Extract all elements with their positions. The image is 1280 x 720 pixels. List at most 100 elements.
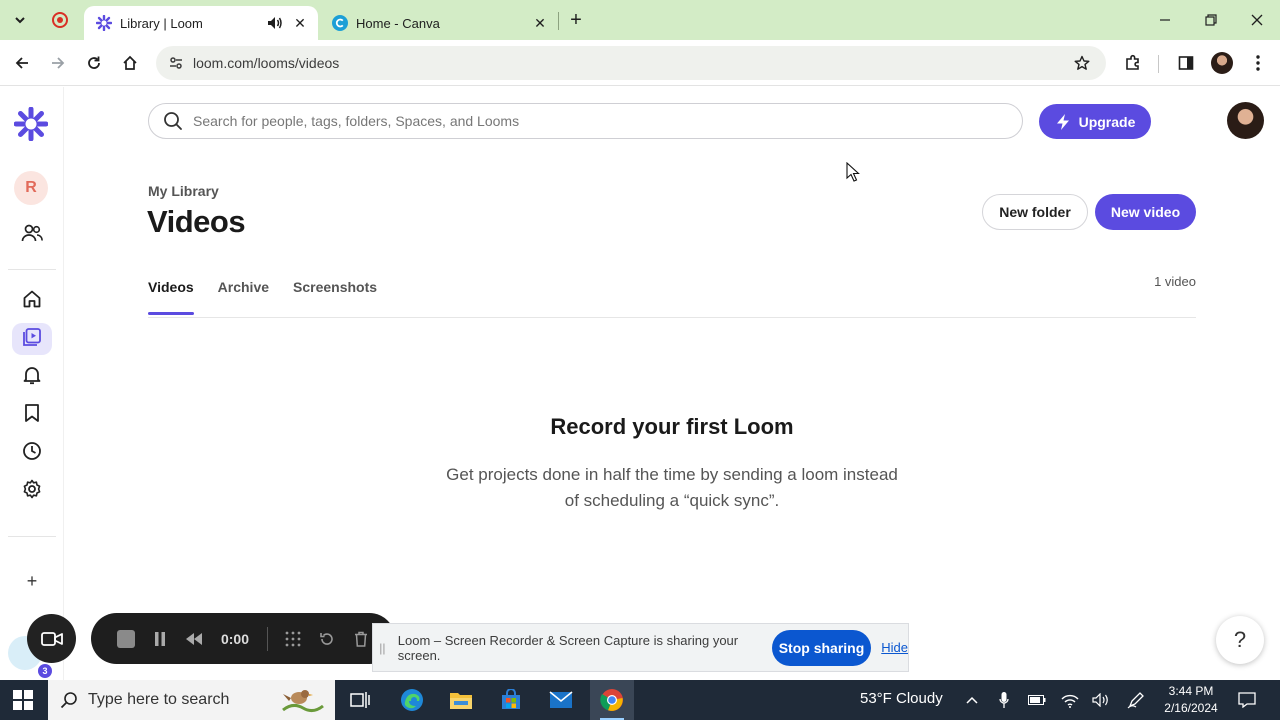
stop-recording-button[interactable] (109, 622, 143, 656)
user-avatar[interactable] (1227, 102, 1264, 139)
video-count: 1 video (1154, 274, 1196, 289)
stop-sharing-button[interactable]: Stop sharing (771, 629, 872, 666)
side-panel-icon[interactable] (1172, 49, 1200, 77)
bird-illustration-icon (282, 690, 324, 713)
sidebar-item-members[interactable] (12, 219, 52, 251)
address-bar[interactable]: loom.com/looms/videos (156, 46, 1106, 80)
gear-icon (22, 479, 42, 504)
tab-close-icon[interactable]: ✕ (530, 13, 550, 33)
taskbar-search-box[interactable]: Type here to search (48, 680, 335, 720)
mail-icon[interactable] (539, 680, 583, 720)
new-folder-button[interactable]: New folder (982, 194, 1088, 230)
sidebar-item-settings[interactable] (12, 475, 52, 507)
sidebar-divider (8, 536, 56, 537)
battery-icon[interactable] (1027, 690, 1047, 710)
new-tab-plus-icon[interactable]: + (564, 8, 588, 32)
extensions-puzzle-icon[interactable] (1119, 49, 1147, 77)
clock-date: 2/16/2024 (1164, 701, 1218, 715)
toolbar-separator (1158, 55, 1159, 73)
home-icon (22, 289, 42, 314)
home-icon[interactable] (116, 49, 144, 77)
tabs-divider (148, 317, 1196, 318)
notification-badge: 3 (38, 664, 52, 678)
notifications-icon[interactable] (1237, 690, 1257, 710)
tab-archive[interactable]: Archive (218, 279, 269, 315)
sharing-message: Loom – Screen Recorder & Screen Capture … (397, 632, 739, 663)
search-input[interactable] (193, 113, 973, 129)
empty-state-description: Get projects done in half the time by se… (446, 465, 898, 510)
sidebar-item-library[interactable] (12, 323, 52, 355)
drag-handle-icon[interactable]: || (373, 641, 392, 655)
video-library-icon (22, 327, 42, 352)
wifi-icon[interactable] (1060, 690, 1080, 710)
windows-start-icon[interactable] (13, 690, 33, 710)
chrome-browser-icon[interactable] (590, 680, 634, 720)
file-explorer-icon[interactable] (439, 680, 483, 720)
show-hidden-icons-chevron-up-icon[interactable] (962, 690, 982, 710)
library-search-bar[interactable] (148, 103, 1023, 139)
forward-arrow-icon[interactable] (44, 49, 72, 77)
system-clock[interactable]: 3:44 PM 2/16/2024 (1158, 683, 1224, 717)
window-close-icon[interactable] (1242, 6, 1272, 34)
canva-favicon-icon (332, 15, 348, 31)
pen-ink-icon[interactable] (1126, 690, 1146, 710)
volume-icon[interactable] (1091, 690, 1111, 710)
loom-sidebar: R + (0, 87, 64, 680)
breadcrumb[interactable]: My Library (148, 183, 219, 199)
rewind-button[interactable] (177, 622, 211, 656)
tab-audio-speaker-icon[interactable] (266, 14, 284, 32)
bookmark-star-icon[interactable] (1070, 55, 1094, 71)
restart-button[interactable] (310, 622, 344, 656)
microphone-icon[interactable] (994, 690, 1014, 710)
recording-timer: 0:00 (220, 630, 250, 647)
dot-grid-icon (285, 631, 301, 646)
edge-browser-icon[interactable] (390, 680, 434, 720)
library-tabs: Videos Archive Screenshots (148, 279, 377, 315)
pause-button[interactable] (143, 622, 177, 656)
tab-home-canva[interactable]: Home - Canva ✕ (322, 6, 558, 40)
upgrade-button[interactable]: Upgrade (1039, 104, 1151, 139)
browser-tab-strip: Library | Loom ✕ Home - Canva ✕ + (0, 0, 1280, 40)
hide-link[interactable]: Hide (881, 640, 908, 655)
sidebar-item-history[interactable] (12, 437, 52, 469)
help-button[interactable]: ? (1216, 616, 1264, 664)
add-plus-icon[interactable]: + (20, 569, 44, 593)
trash-icon (355, 631, 367, 647)
loom-logo-icon[interactable] (13, 106, 49, 142)
screen-sharing-notice: || Loom – Screen Recorder & Screen Captu… (372, 623, 909, 672)
tab-close-icon[interactable]: ✕ (290, 13, 310, 33)
pause-icon (155, 631, 165, 646)
taskbar-search-placeholder: Type here to search (88, 691, 230, 708)
site-info-tune-icon[interactable] (166, 55, 186, 71)
tab-library-loom[interactable]: Library | Loom ✕ (84, 6, 318, 40)
sidebar-item-notifications[interactable] (12, 361, 52, 393)
windows-taskbar: Type here to search 53°F Cloudy 3:44 PM … (0, 680, 1280, 720)
tab-screenshots[interactable]: Screenshots (293, 279, 377, 315)
new-video-button[interactable]: New video (1095, 194, 1196, 230)
task-view-icon[interactable] (338, 680, 382, 720)
drawing-tools-button[interactable] (276, 622, 310, 656)
tab-separator (558, 12, 559, 30)
chrome-menu-kebab-icon[interactable] (1244, 49, 1272, 77)
empty-state-title: Record your first Loom (550, 414, 794, 439)
reload-icon[interactable] (80, 49, 108, 77)
profile-avatar[interactable] (1211, 52, 1233, 74)
stop-square-icon (117, 629, 135, 648)
sidebar-item-home[interactable] (12, 285, 52, 317)
video-camera-icon (40, 631, 63, 646)
restore-icon[interactable] (1196, 6, 1226, 34)
tab-videos[interactable]: Videos (148, 279, 194, 315)
minimize-icon[interactable] (1150, 6, 1180, 34)
upgrade-label: Upgrade (1078, 113, 1136, 130)
back-arrow-icon[interactable] (8, 49, 36, 77)
microsoft-store-icon[interactable] (489, 680, 533, 720)
url-text: loom.com/looms/videos (193, 55, 340, 71)
sidebar-item-watch-later[interactable] (12, 399, 52, 431)
rewind-icon (186, 632, 202, 645)
tab-title: Home - Canva (356, 15, 440, 31)
camera-toggle-button[interactable] (27, 614, 76, 663)
workspace-avatar[interactable]: R (14, 171, 48, 205)
tab-search-chevron-down-icon[interactable] (8, 8, 32, 32)
sidebar-divider (8, 269, 56, 270)
weather-widget[interactable]: 53°F Cloudy (860, 690, 943, 707)
